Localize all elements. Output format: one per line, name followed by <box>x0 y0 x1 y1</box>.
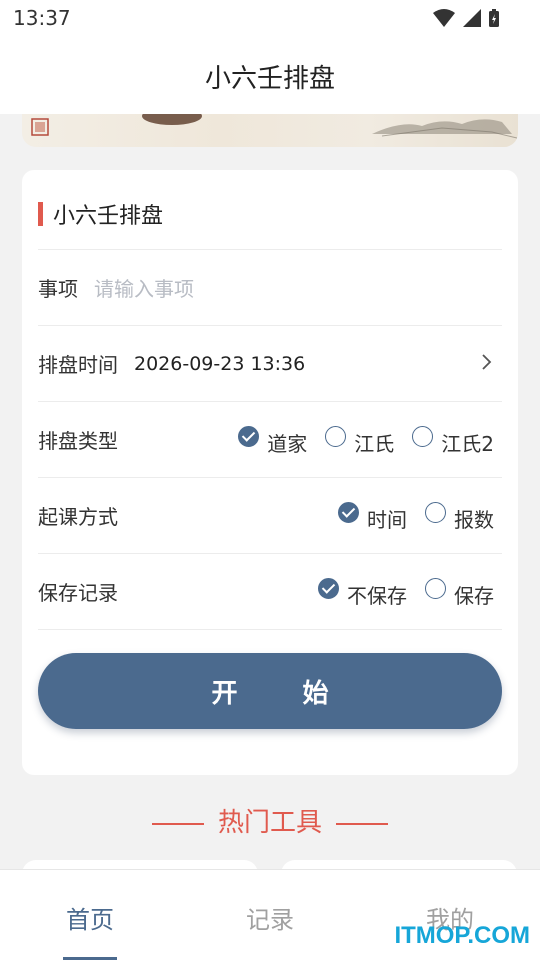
save-label: 保存记录 <box>38 581 118 605</box>
chevron-right-icon[interactable] <box>476 352 496 372</box>
time-row[interactable]: 排盘时间 2026-09-23 13:36 <box>38 325 502 401</box>
option-label: 报数 <box>454 507 494 532</box>
status-time: 13:37 <box>13 6 71 30</box>
chart-type-options: 道家 江氏 江氏2 <box>220 402 494 478</box>
method-option-number[interactable]: 报数 <box>425 500 494 533</box>
signal-icon <box>463 9 481 27</box>
method-label: 起课方式 <box>38 505 118 529</box>
radio-unchecked-icon[interactable] <box>412 425 434 447</box>
option-label: 江氏2 <box>441 431 494 456</box>
banner-image[interactable] <box>22 114 518 147</box>
landscape-painting-icon <box>31 114 518 139</box>
chart-type-option-jiangshi2[interactable]: 江氏2 <box>412 424 494 457</box>
option-label: 道家 <box>267 431 308 456</box>
time-value[interactable]: 2026-09-23 13:36 <box>134 353 305 375</box>
page-title: 小六壬排盘 <box>204 64 335 94</box>
form-section-header: 小六壬排盘 <box>38 200 164 229</box>
battery-icon <box>489 9 499 27</box>
watermark-logo: ITMOP.COM <box>394 922 530 949</box>
chart-type-option-jiangshi[interactable]: 江氏 <box>325 424 394 457</box>
save-options: 不保存 保存 <box>300 554 494 630</box>
save-option-no[interactable]: 不保存 <box>318 576 407 609</box>
method-row: 起课方式 时间 报数 <box>38 477 502 553</box>
method-options: 时间 报数 <box>320 478 494 554</box>
divider <box>38 629 502 630</box>
matter-row: 事项 请输入事项 <box>38 249 502 325</box>
hot-tools-title: 热门工具 <box>217 808 322 838</box>
option-label: 江氏 <box>354 431 395 456</box>
tab-records[interactable]: 记录 <box>210 900 330 935</box>
start-button[interactable]: 开 始 <box>38 653 502 729</box>
matter-label: 事项 <box>38 277 78 301</box>
app-header: 小六壬排盘 <box>0 36 540 114</box>
divination-form-card: 小六壬排盘 事项 请输入事项 排盘时间 2026-09-23 13:36 排盘类… <box>22 170 518 775</box>
radio-unchecked-icon[interactable] <box>425 577 446 599</box>
chart-type-label: 排盘类型 <box>38 429 118 453</box>
wifi-icon <box>433 9 455 27</box>
save-option-yes[interactable]: 保存 <box>425 576 494 609</box>
save-row: 保存记录 不保存 保存 <box>38 553 502 629</box>
radio-unchecked-icon[interactable] <box>325 425 347 447</box>
chart-type-row: 排盘类型 道家 江氏 江氏2 <box>38 401 502 477</box>
divider <box>336 822 388 825</box>
radio-checked-icon[interactable] <box>318 577 339 599</box>
radio-unchecked-icon[interactable] <box>425 501 446 523</box>
time-label: 排盘时间 <box>38 353 118 377</box>
status-bar: 13:37 <box>0 0 540 36</box>
matter-input[interactable]: 请输入事项 <box>94 273 194 302</box>
option-label: 不保存 <box>347 583 407 608</box>
radio-checked-icon[interactable] <box>238 425 260 447</box>
chart-type-option-daojia[interactable]: 道家 <box>238 424 307 457</box>
tab-home[interactable]: 首页 <box>30 900 150 935</box>
status-icons <box>432 8 500 28</box>
divider <box>151 822 204 825</box>
section-accent-bar <box>38 202 43 226</box>
option-label: 时间 <box>367 507 407 532</box>
radio-checked-icon[interactable] <box>338 501 359 523</box>
option-label: 保存 <box>454 583 494 608</box>
form-section-title: 小六壬排盘 <box>53 204 164 229</box>
hot-tools-heading: 热门工具 <box>0 802 540 839</box>
method-option-time[interactable]: 时间 <box>338 500 407 533</box>
